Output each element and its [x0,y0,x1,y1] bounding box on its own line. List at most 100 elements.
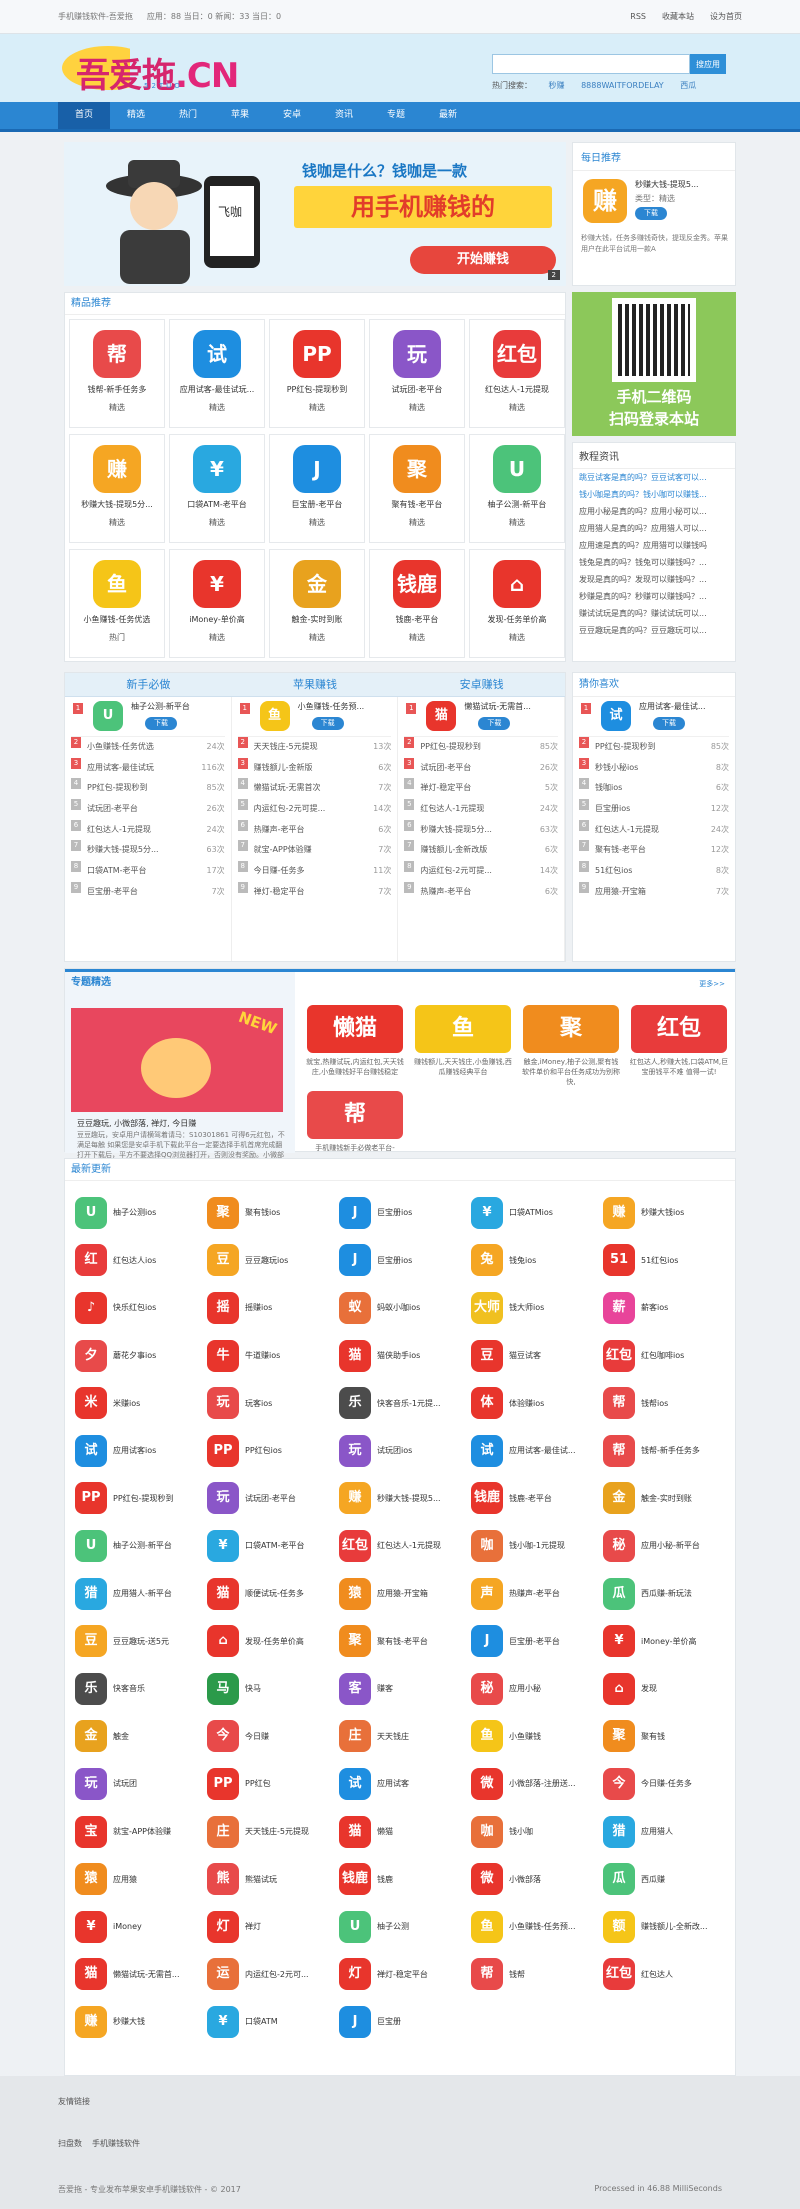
app-name[interactable]: 懒猫试玩-无需首... [464,701,531,712]
app-icon[interactable]: 红 [75,1244,107,1277]
app-card[interactable]: 金触金-实时到账 精选 [269,549,365,658]
list-item[interactable]: 额赚钱额儿-全新改... [603,1903,735,1951]
app-name[interactable]: 应用小秘-新平台 [641,1540,729,1551]
list-item[interactable]: 红包 红包达人-1元提现 [339,1522,471,1570]
app-name[interactable]: 钱兔ios [509,1255,597,1266]
app-name[interactable]: 试玩团 [113,1778,201,1789]
app-icon[interactable]: 秘 [471,1672,503,1705]
app-name[interactable]: 就宝-APP体验赚 [113,1826,201,1837]
list-item[interactable]: 7 聚有钱-老平台 12次 [579,840,729,861]
app-icon[interactable]: 猫 [207,1577,239,1610]
app-icon[interactable]: 猫 [339,1815,371,1848]
list-item[interactable]: J 巨宝册-老平台 [471,1617,603,1665]
app-name[interactable]: 应用试客 [377,1778,465,1789]
list-item[interactable]: 微小微部落-注册送... [471,1760,603,1808]
app-icon[interactable]: 钱鹿 [393,560,441,608]
app-name[interactable]: 熊猫试玩 [245,1874,333,1885]
app-name[interactable]: 应用试客-最佳试玩... [170,384,264,396]
list-item[interactable]: 金触金 [75,1713,207,1761]
app-name[interactable]: 巨宝册ios [377,1207,465,1218]
app-icon[interactable]: 鱼 [93,560,141,608]
app-icon[interactable]: 额 [603,1910,635,1943]
list-item[interactable]: 8 51红包ios 8次 [579,861,729,882]
app-icon[interactable]: 牛 [207,1339,239,1372]
topic-image[interactable]: 帮 [307,1091,403,1139]
list-item[interactable]: J 巨宝册ios [339,1237,471,1285]
tab-newbie[interactable]: 新手必做 [65,673,232,696]
app-icon[interactable]: PP [207,1767,239,1800]
list-item[interactable]: 声热赚声-老平台 [471,1570,603,1618]
news-link[interactable]: 应用速是真的吗？应用猎可以赚钱吗 [573,537,735,554]
app-name[interactable]: 小微部落-注册送... [509,1778,597,1789]
list-item[interactable]: 金触金-实时到账 [603,1475,735,1523]
app-name[interactable]: 禅灯-稳定平台 [420,778,471,799]
app-name[interactable]: 快马 [245,1683,333,1694]
app-icon[interactable]: 试 [193,330,241,378]
tab-android[interactable]: 安卓赚钱 [398,673,565,696]
list-item[interactable]: 豆猫豆试客 [471,1332,603,1380]
app-icon[interactable]: ¥ [193,445,241,493]
app-name[interactable]: PP红包ios [245,1445,333,1456]
list-item[interactable]: 3 秒钱小秘ios 8次 [579,757,729,779]
app-name[interactable]: iMoney-单价高 [641,1636,729,1647]
app-name[interactable]: 发现-任务单价高 [470,614,564,626]
topic-image[interactable]: 红包 [631,1005,727,1053]
list-item[interactable]: 钱鹿 钱鹿-老平台 [471,1475,603,1523]
app-name[interactable]: 触金 [113,1731,201,1742]
list-item[interactable]: 灯禅灯 [207,1903,339,1951]
app-card[interactable]: 钱鹿 钱鹿-老平台 精选 [369,549,465,658]
nav-apple[interactable]: 苹果 [214,102,266,129]
app-name[interactable]: 今日赚-任务多 [254,861,305,882]
hot-keyword[interactable]: 西瓜 [680,81,696,90]
download-button[interactable]: 下载 [311,717,344,730]
app-card[interactable]: 鱼小鱼赚钱-任务优选 热门 [69,549,165,658]
list-item[interactable]: 9 应用猿-开宝箱 7次 [579,881,729,903]
list-item[interactable]: 灯禅灯-稳定平台 [339,1951,471,1999]
list-item[interactable]: 猫顺便试玩-任务多 [207,1570,339,1618]
app-name[interactable]: PP红包-提现秒到 [87,778,148,799]
list-item[interactable]: 咖钱小咖-1元提现 [471,1522,603,1570]
app-name[interactable]: 口袋ATM [245,2016,333,2027]
app-icon[interactable]: 赚 [93,445,141,493]
site-logo[interactable]: 吾爱拖.CN 52TUO [60,42,270,96]
app-icon[interactable]: ¥ [207,1529,239,1562]
app-icon[interactable]: 玩 [75,1767,107,1800]
app-name[interactable]: 红包达人ios [113,1255,201,1266]
app-name[interactable]: 钱小咖-1元提现 [509,1540,597,1551]
app-icon[interactable]: J [339,1196,371,1229]
app-name[interactable]: 发现 [641,1683,729,1694]
app-icon[interactable]: 聚 [339,1625,371,1658]
app-name[interactable]: 钱帮ios [641,1398,729,1409]
list-item[interactable]: 赚秒赚大钱ios [603,1189,735,1237]
list-item[interactable]: 今今日赚-任务多 [603,1760,735,1808]
top-item[interactable]: 1 U 柚子公测-新平台 下载 [71,697,225,737]
app-icon[interactable]: 鱼 [471,1910,503,1943]
list-item[interactable]: 猿应用猿 [75,1855,207,1903]
hot-keyword[interactable]: 秒赚 [549,81,565,90]
list-item[interactable]: 9 巨宝册-老平台 7次 [71,881,225,903]
list-item[interactable]: U 柚子公测 [339,1903,471,1951]
list-item[interactable]: 咖钱小咖 [471,1808,603,1856]
list-item[interactable]: ⌂ 发现 [603,1665,735,1713]
app-icon[interactable]: 红包 [603,1958,635,1991]
topic-main-title[interactable]: 豆豆趣玩, 小微部落, 禅灯, 今日赚 [77,1118,196,1129]
app-icon[interactable]: 玩 [339,1434,371,1467]
list-item[interactable]: 6 热赚声-老平台 6次 [237,819,391,841]
app-icon[interactable]: 试 [601,701,631,731]
rss-link[interactable]: RSS [630,12,646,21]
app-name[interactable]: 钱鹿-老平台 [370,614,464,626]
list-item[interactable]: 2 PP红包-提现秒到 85次 [404,737,558,758]
nav-news[interactable]: 资讯 [318,102,370,129]
app-icon[interactable]: 乐 [339,1387,371,1420]
topic-caption[interactable]: 触金,iMoney,柚子公测,聚有钱软件单价和平台任务成功为别称快, [521,1057,621,1087]
app-icon[interactable]: ♪ [75,1291,107,1324]
app-name[interactable]: 触金-实时到账 [641,1493,729,1504]
top-item[interactable]: 1 试应用试客-最佳试... 下载 [579,697,729,737]
app-name[interactable]: 顺便试玩-任务多 [245,1588,333,1599]
download-button[interactable]: 下载 [653,717,685,730]
app-icon[interactable]: 兔 [471,1244,503,1277]
app-icon[interactable]: 猿 [339,1577,371,1610]
app-name[interactable]: PP红包-提现秒到 [270,384,364,396]
app-card[interactable]: 赚秒赚大钱-提现5分... 精选 [69,434,165,543]
list-item[interactable]: 摇摇赚ios [207,1284,339,1332]
